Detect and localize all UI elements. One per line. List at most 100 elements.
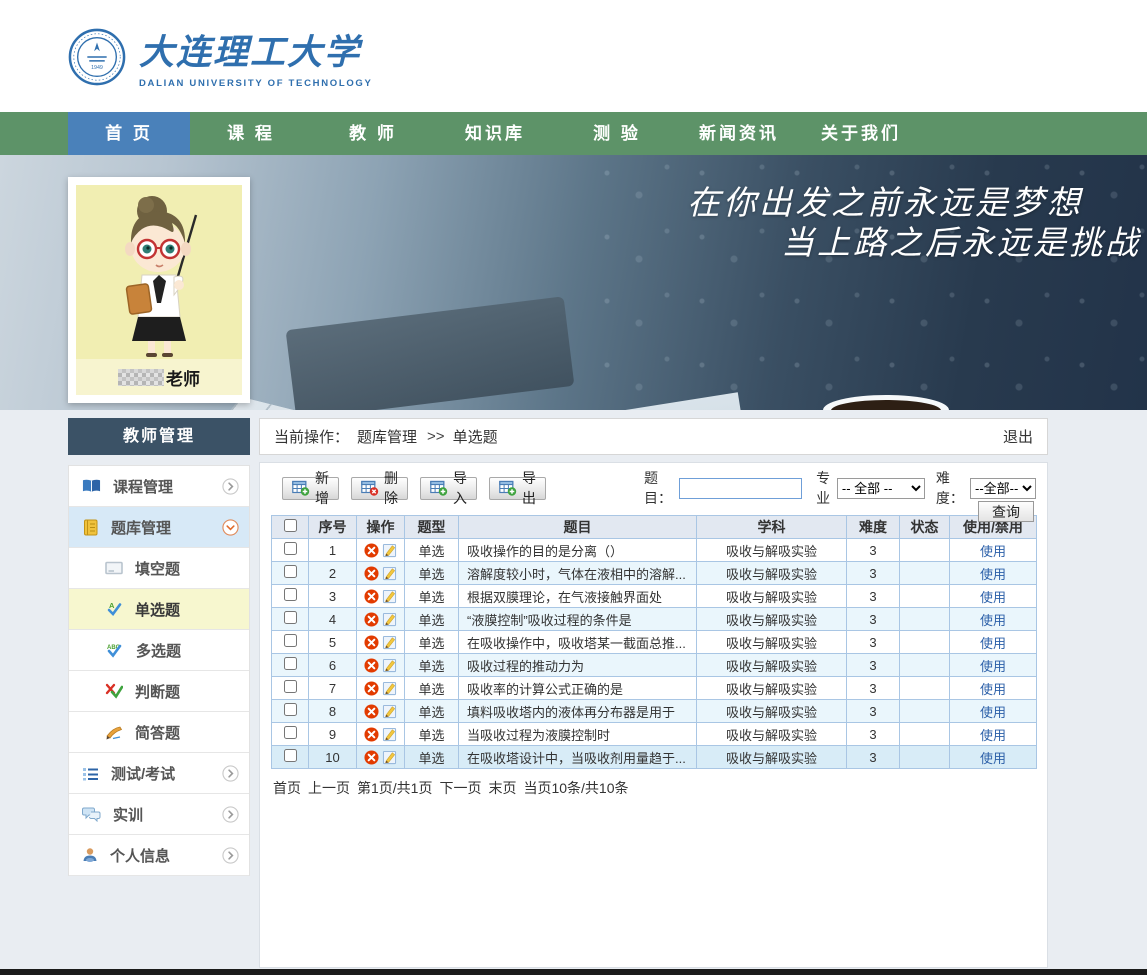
nav-item-course[interactable]: 课 程 [190,112,312,155]
edit-icon[interactable] [382,750,397,765]
delete-icon[interactable] [364,635,379,650]
sidebar-item-test-exam[interactable]: 测试/考试 [69,753,249,794]
chat-icon [82,806,101,822]
breadcrumb: 当前操作： 题库管理 >> 单选题 退出 [259,418,1048,455]
use-toggle-link[interactable]: 使用 [980,659,1006,674]
edit-icon[interactable] [382,704,397,719]
sidebar-item-fill-blank[interactable]: 填空题 [69,548,249,589]
table-add-icon [292,480,310,496]
question-type: 单选 [405,677,459,700]
nav-item-knowledge[interactable]: 知识库 [434,112,556,155]
column-header-4: 题目 [459,516,697,539]
use-toggle-link[interactable]: 使用 [980,751,1006,766]
search-button[interactable]: 查询 [978,501,1034,522]
teacher-avatar-image [76,185,242,357]
use-toggle-link[interactable]: 使用 [980,728,1006,743]
question-type: 单选 [405,539,459,562]
row-checkbox[interactable] [284,657,297,670]
question-status [900,585,950,608]
sidebar: 教师管理 课程管理题库管理填空题A单选题ABC多选题判断题简答题测试/考试实训个… [68,418,250,876]
edit-icon[interactable] [382,612,397,627]
question-status [900,562,950,585]
nav-item-teacher[interactable]: 教 师 [312,112,434,155]
delete-icon[interactable] [364,658,379,673]
logout-button[interactable]: 退出 [1003,426,1033,447]
question-difficulty: 3 [847,539,900,562]
edit-icon[interactable] [382,589,397,604]
difficulty-select[interactable]: --全部-- [970,478,1036,499]
sidebar-item-short-answer[interactable]: 简答题 [69,712,249,753]
add-button[interactable]: 新增 [282,477,339,500]
use-toggle-link[interactable]: 使用 [980,590,1006,605]
row-checkbox[interactable] [284,542,297,555]
delete-icon[interactable] [364,589,379,604]
row-checkbox[interactable] [284,611,297,624]
chevron-down-circle-icon [222,519,239,536]
row-number: 4 [309,608,357,631]
pagination-prev[interactable]: 上一页 [308,780,350,796]
table-row: 4单选“液膜控制”吸收过程的条件是吸收与解吸实验3使用 [272,608,1037,631]
sidebar-item-question-bank[interactable]: 题库管理 [69,507,249,548]
title-filter-input[interactable] [679,478,802,499]
delete-icon[interactable] [364,681,379,696]
delete-icon[interactable] [364,750,379,765]
column-header-5: 学科 [697,516,847,539]
delete-button[interactable]: 删除 [351,477,408,500]
row-checkbox[interactable] [284,726,297,739]
import-button[interactable]: 导入 [420,477,477,500]
row-checkbox[interactable] [284,634,297,647]
table-row: 7单选吸收率的计算公式正确的是吸收与解吸实验3使用 [272,677,1037,700]
sidebar-item-judge[interactable]: 判断题 [69,671,249,712]
row-checkbox[interactable] [284,749,297,762]
delete-icon[interactable] [364,566,379,581]
breadcrumb-section[interactable]: 题库管理 [357,426,417,447]
title-filter-label: 题目： [644,468,675,508]
question-difficulty: 3 [847,608,900,631]
edit-icon[interactable] [382,635,397,650]
major-select[interactable]: -- 全部 -- [837,478,925,499]
sidebar-menu: 课程管理题库管理填空题A单选题ABC多选题判断题简答题测试/考试实训个人信息 [68,465,250,876]
edit-icon[interactable] [382,658,397,673]
pen-icon [105,725,123,740]
nav-item-home[interactable]: 首 页 [68,112,190,155]
sidebar-item-training[interactable]: 实训 [69,794,249,835]
edit-icon[interactable] [382,681,397,696]
breadcrumb-page[interactable]: 单选题 [453,426,498,447]
nav-item-news[interactable]: 新闻资讯 [678,112,800,155]
pagination-last[interactable]: 末页 [488,780,516,796]
use-toggle-link[interactable]: 使用 [980,682,1006,697]
use-toggle-link[interactable]: 使用 [980,613,1006,628]
row-checkbox[interactable] [284,680,297,693]
sidebar-item-multi-choice[interactable]: ABC多选题 [69,630,249,671]
export-button[interactable]: 导出 [489,477,546,500]
sidebar-item-personal-info[interactable]: 个人信息 [69,835,249,876]
pagination-first[interactable]: 首页 [273,780,301,796]
teacher-name-caption: 老师 [76,359,242,395]
delete-icon[interactable] [364,612,379,627]
delete-icon[interactable] [364,704,379,719]
nav-item-quiz[interactable]: 测 验 [556,112,678,155]
edit-icon[interactable] [382,566,397,581]
delete-icon[interactable] [364,727,379,742]
row-checkbox[interactable] [284,703,297,716]
sidebar-item-course-management[interactable]: 课程管理 [69,466,249,507]
edit-icon[interactable] [382,543,397,558]
use-toggle-link[interactable]: 使用 [980,544,1006,559]
use-toggle-link[interactable]: 使用 [980,705,1006,720]
question-status [900,654,950,677]
nav-item-about[interactable]: 关于我们 [800,112,922,155]
delete-icon[interactable] [364,543,379,558]
edit-icon[interactable] [382,727,397,742]
use-toggle-link[interactable]: 使用 [980,567,1006,582]
emblem-year: 1949 [91,65,103,71]
pagination-next[interactable]: 下一页 [439,780,481,796]
use-toggle-link[interactable]: 使用 [980,636,1006,651]
select-all-checkbox[interactable] [284,519,297,532]
sidebar-item-single-choice[interactable]: A单选题 [69,589,249,630]
main-content: 当前操作： 题库管理 >> 单选题 退出 新增删除导入导出 题目： 专业 -- … [259,418,1048,968]
sidebar-item-label: 测试/考试 [111,763,175,784]
row-checkbox[interactable] [284,588,297,601]
row-number: 3 [309,585,357,608]
row-checkbox[interactable] [284,565,297,578]
question-panel: 新增删除导入导出 题目： 专业 -- 全部 -- 难度： --全部-- 查询 序… [259,462,1048,968]
